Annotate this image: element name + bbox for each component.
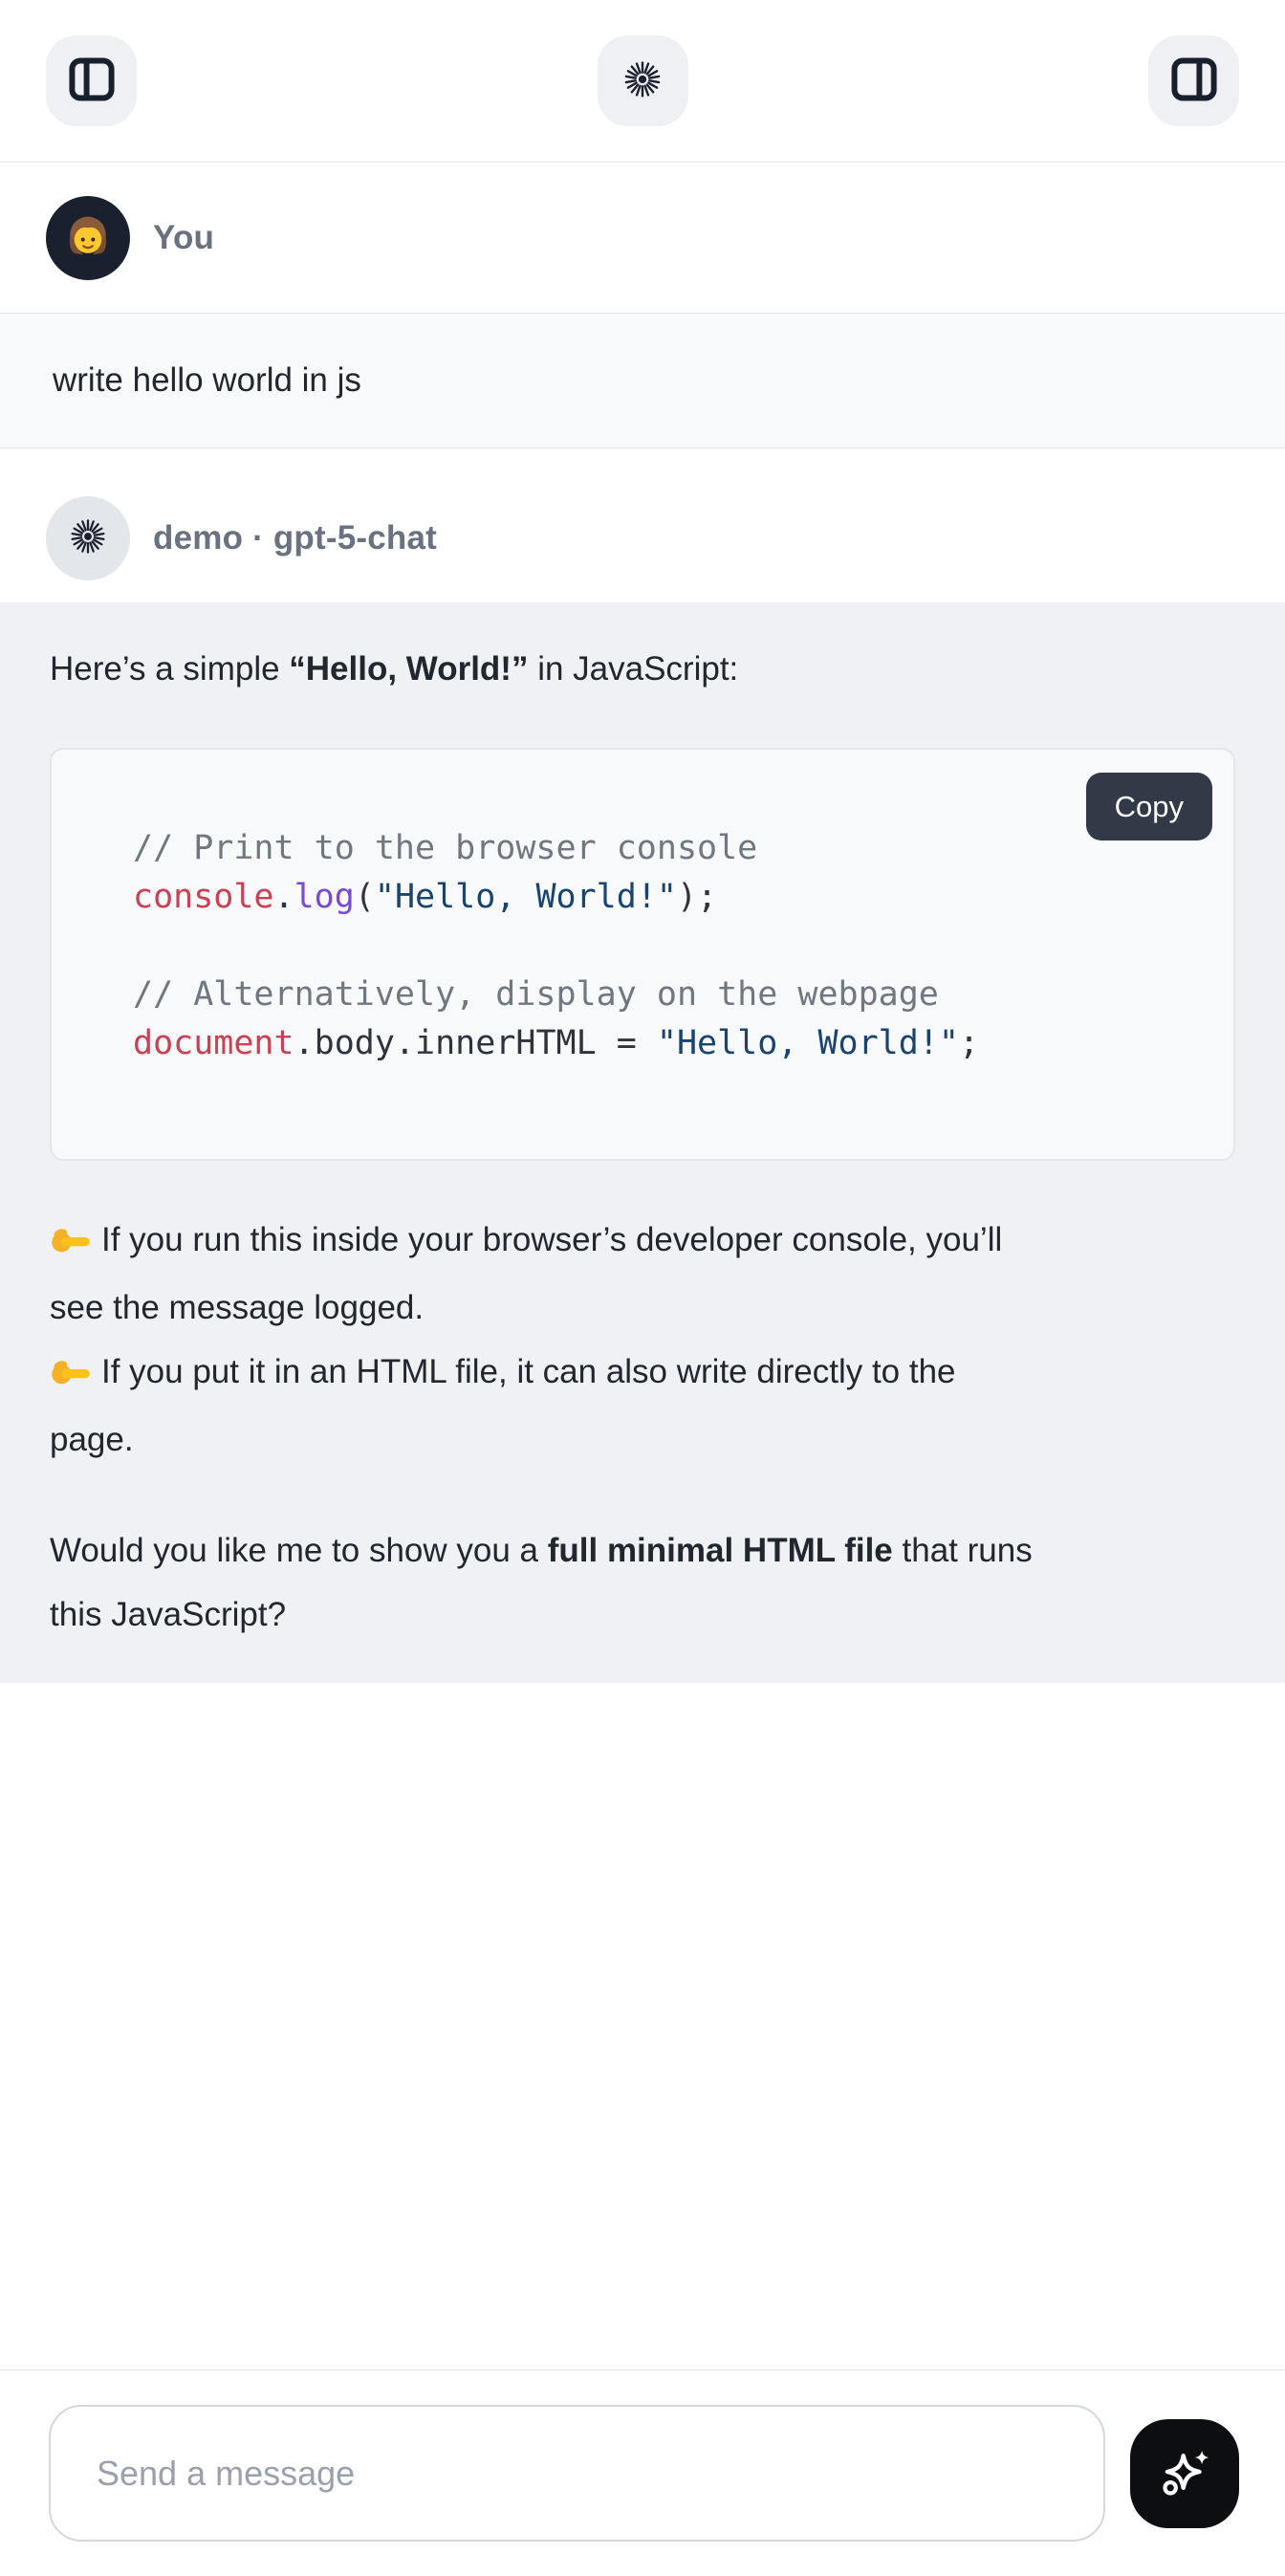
user-avatar xyxy=(46,196,130,280)
intro-bold-text: “Hello, World!” xyxy=(289,650,528,688)
toggle-right-sidebar-button[interactable] xyxy=(1148,35,1239,126)
code-line: // Alternatively, display on the webpage xyxy=(133,971,1195,1019)
panel-right-icon xyxy=(1169,55,1219,107)
code-content: // Print to the browser console console.… xyxy=(52,750,1233,1159)
user-turn-name: You xyxy=(153,219,214,257)
tips-paragraph: If you run this inside your browser’s de… xyxy=(50,1208,1235,1472)
user-message-text: write hello world in js xyxy=(53,361,361,399)
starburst-icon xyxy=(621,58,664,103)
user-turn-header: You xyxy=(0,163,1285,313)
model-logo-button[interactable] xyxy=(598,35,688,126)
user-message: write hello world in js xyxy=(0,313,1285,448)
assistant-turn-header: demo · gpt-5-chat xyxy=(0,448,1285,602)
intro-text-after: in JavaScript: xyxy=(528,650,738,688)
assistant-avatar xyxy=(46,496,130,580)
tip-text: If you run this inside your browser’s de… xyxy=(50,1221,1002,1326)
code-line-blank xyxy=(133,922,1195,971)
sparkles-icon xyxy=(1155,2442,1214,2504)
conversation-area: You write hello world in js xyxy=(0,163,1285,2369)
code-line: // Print to the browser console xyxy=(133,824,1195,873)
send-button[interactable] xyxy=(1130,2419,1239,2528)
composer-bar xyxy=(0,2369,1285,2576)
code-block: Copy // Print to the browser console con… xyxy=(50,748,1235,1161)
copy-button[interactable]: Copy xyxy=(1086,773,1212,840)
pointing-right-icon xyxy=(50,1212,92,1276)
outro-bold-text: full minimal HTML file xyxy=(548,1532,893,1569)
assistant-intro-paragraph: Here’s a simple “Hello, World!” in JavaS… xyxy=(50,637,1235,701)
chat-app: You write hello world in js xyxy=(0,0,1285,2576)
code-line: console.log("Hello, World!"); xyxy=(133,873,1195,922)
panel-left-icon xyxy=(67,55,117,107)
intro-text: Here’s a simple xyxy=(50,650,289,688)
code-line: document.body.innerHTML = "Hello, World!… xyxy=(133,1019,1195,1068)
assistant-turn-name: demo · gpt-5-chat xyxy=(153,519,437,557)
starburst-icon xyxy=(68,516,108,561)
tip-line: If you run this inside your browser’s de… xyxy=(50,1208,1235,1340)
outro-text: Would you like me to show you a xyxy=(50,1532,548,1569)
message-input[interactable] xyxy=(49,2405,1105,2542)
assistant-outro-paragraph: Would you like me to show you a full min… xyxy=(50,1518,1235,1647)
tip-line: If you put it in an HTML file, it can al… xyxy=(50,1340,1235,1472)
pointing-right-icon xyxy=(50,1343,92,1408)
tip-text: If you put it in an HTML file, it can al… xyxy=(50,1353,956,1458)
top-bar xyxy=(0,0,1285,163)
person-emoji-icon xyxy=(57,206,119,272)
toggle-left-sidebar-button[interactable] xyxy=(46,35,137,126)
assistant-message: Here’s a simple “Hello, World!” in JavaS… xyxy=(0,602,1285,1683)
